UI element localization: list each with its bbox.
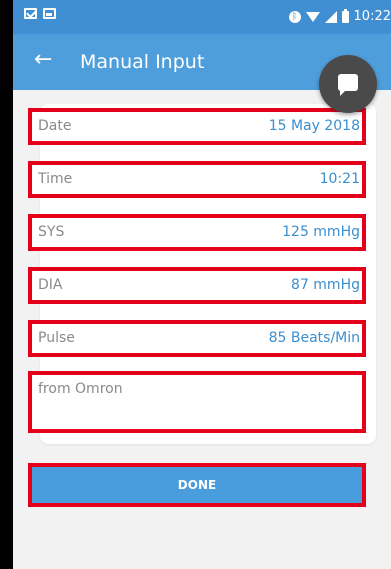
notification-icons [24,8,56,19]
time-value: 10:21 [319,171,360,187]
page-title: Manual Input [80,51,205,73]
date-value: 15 May 2018 [268,118,360,134]
status-bar: ᛒ 10:22 [13,0,391,34]
system-status: ᛒ 10:22 [288,8,391,25]
note-placeholder: from Omron [38,381,123,397]
wifi-icon [305,11,320,23]
pulse-field[interactable]: Pulse 85 Beats/Min [28,320,366,357]
battery-icon [341,8,349,23]
arrow-left-icon[interactable]: ← [34,49,58,73]
dia-field[interactable]: DIA 87 mmHg [28,267,366,304]
sys-field[interactable]: SYS 125 mmHg [28,214,366,251]
pulse-value: 85 Beats/Min [268,330,360,346]
signal-icon [324,10,337,23]
dia-value: 87 mmHg [291,277,360,293]
sys-value: 125 mmHg [282,224,360,240]
time-label: Time [38,171,73,187]
dia-label: DIA [38,277,63,293]
mail-icon [24,8,37,19]
date-label: Date [38,118,72,134]
bluetooth-icon: ᛒ [288,10,301,23]
time-field[interactable]: Time 10:21 [28,161,366,198]
done-button[interactable]: DONE [28,463,366,507]
status-time: 10:22 [353,9,391,24]
note-input[interactable]: from Omron [28,371,366,433]
date-field[interactable]: Date 15 May 2018 [28,108,366,145]
chat-button[interactable] [319,55,377,113]
chat-bubble-icon [338,74,358,96]
image-icon [43,8,56,19]
pulse-label: Pulse [38,330,75,346]
sys-label: SYS [38,224,65,240]
